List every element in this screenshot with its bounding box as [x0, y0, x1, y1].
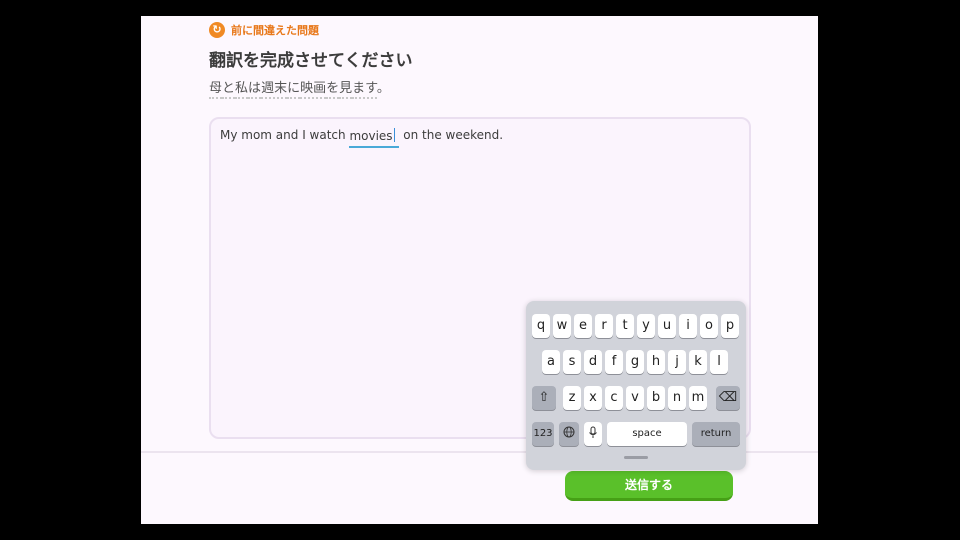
key-u[interactable]: u	[658, 314, 676, 338]
onscreen-keyboard: q w e r t y u i o p a s d f g h j k l ⇧ …	[526, 301, 746, 470]
prompt-word[interactable]: を	[326, 81, 340, 99]
prompt-sentence: 母と私は週末に映画を見ます。	[209, 77, 390, 99]
key-f[interactable]: f	[605, 350, 623, 374]
key-o[interactable]: o	[700, 314, 718, 338]
key-a[interactable]: a	[542, 350, 560, 374]
key-z[interactable]: z	[563, 386, 581, 410]
space-key[interactable]: space	[607, 422, 687, 446]
app-screen: ↻ 前に間違えた問題 翻訳を完成させてください 母と私は週末に映画を見ます。 M…	[141, 16, 818, 524]
key-m[interactable]: m	[689, 386, 707, 410]
answer-blank-input[interactable]: movies	[349, 128, 400, 148]
key-w[interactable]: w	[553, 314, 571, 338]
prompt-word[interactable]: 見	[339, 81, 353, 99]
shift-key[interactable]: ⇧	[532, 386, 556, 410]
prompt-word[interactable]: は	[248, 81, 262, 99]
prompt-word[interactable]: 映画	[300, 81, 327, 99]
prompt-word[interactable]: に	[287, 81, 301, 99]
badge-label: 前に間違えた問題	[231, 24, 319, 37]
key-j[interactable]: j	[668, 350, 686, 374]
key-c[interactable]: c	[605, 386, 623, 410]
prompt-word[interactable]: 母	[209, 81, 223, 99]
key-t[interactable]: t	[616, 314, 634, 338]
key-r[interactable]: r	[595, 314, 613, 338]
shift-icon: ⇧	[538, 390, 550, 405]
globe-icon	[563, 426, 575, 438]
key-b[interactable]: b	[647, 386, 665, 410]
prompt-word[interactable]: と	[222, 81, 236, 99]
key-i[interactable]: i	[679, 314, 697, 338]
key-y[interactable]: y	[637, 314, 655, 338]
key-x[interactable]: x	[584, 386, 602, 410]
answer-sentence: My mom and I watch movies on the weekend…	[220, 128, 503, 148]
dictation-key[interactable]	[584, 422, 602, 446]
key-h[interactable]: h	[647, 350, 665, 374]
delete-key[interactable]: ⌫	[716, 386, 740, 410]
key-s[interactable]: s	[563, 350, 581, 374]
return-key[interactable]: return	[692, 422, 740, 446]
page-title: 翻訳を完成させてください	[209, 51, 413, 71]
numbers-key[interactable]: 123	[532, 422, 554, 446]
key-p[interactable]: p	[721, 314, 739, 338]
prompt-word[interactable]: 私	[235, 81, 249, 99]
key-n[interactable]: n	[668, 386, 686, 410]
answer-text-before: My mom and I watch	[220, 128, 350, 142]
key-l[interactable]: l	[710, 350, 728, 374]
key-k[interactable]: k	[689, 350, 707, 374]
keyboard-drag-handle[interactable]	[624, 456, 648, 459]
previous-mistake-badge: ↻ 前に間違えた問題	[209, 22, 319, 38]
typed-word: movies	[349, 129, 393, 143]
refresh-icon: ↻	[209, 22, 225, 38]
answer-text-after: on the weekend.	[399, 128, 504, 142]
key-v[interactable]: v	[626, 386, 644, 410]
microphone-icon	[589, 426, 597, 438]
globe-key[interactable]	[559, 422, 579, 446]
key-e[interactable]: e	[574, 314, 592, 338]
submit-button[interactable]: 送信する	[565, 471, 733, 501]
key-d[interactable]: d	[584, 350, 602, 374]
backspace-icon: ⌫	[718, 390, 738, 405]
prompt-word[interactable]: ます	[352, 81, 377, 99]
key-g[interactable]: g	[626, 350, 644, 374]
prompt-punctuation: 。	[376, 81, 390, 96]
prompt-word[interactable]: 週末	[261, 81, 288, 99]
key-q[interactable]: q	[532, 314, 550, 338]
text-caret	[393, 128, 395, 142]
